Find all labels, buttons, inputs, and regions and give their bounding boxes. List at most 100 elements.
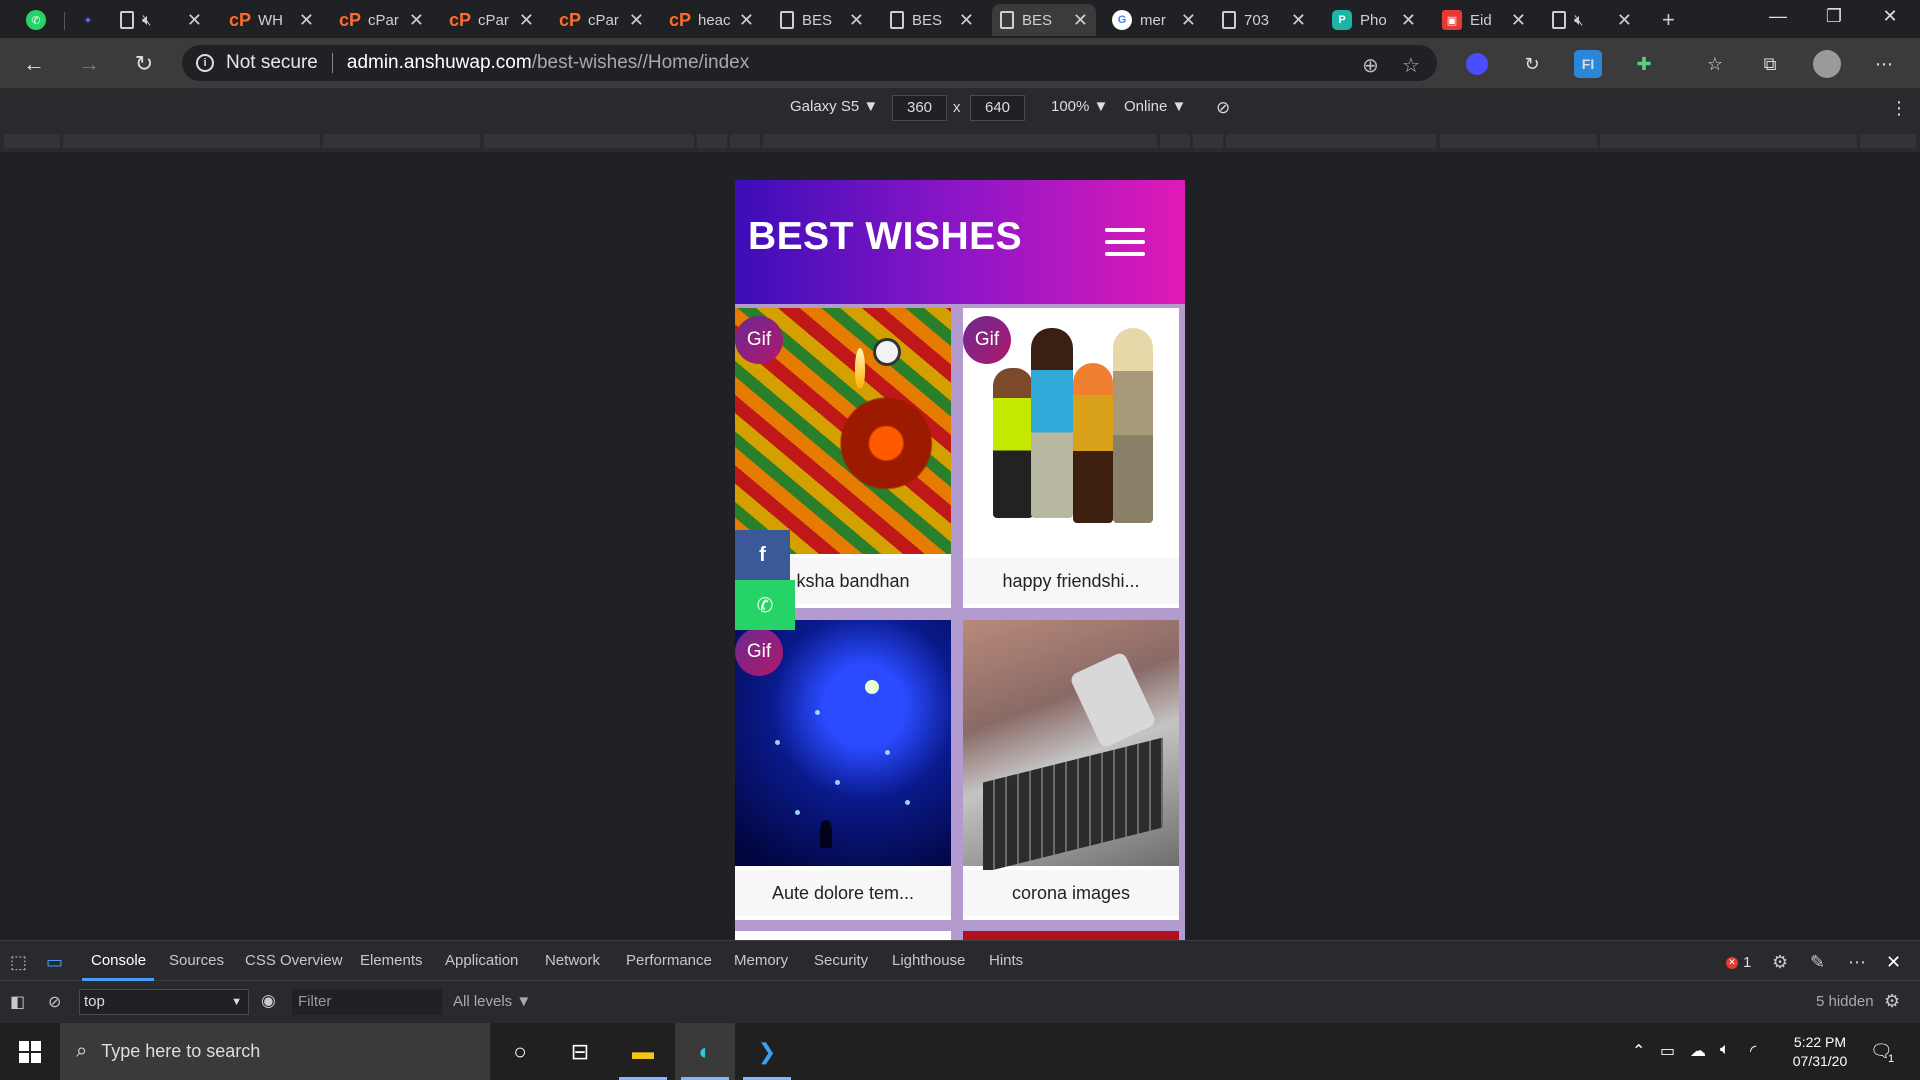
hamburger-menu-icon[interactable] [1105, 228, 1145, 256]
reload-button[interactable]: ↻ [128, 48, 160, 80]
rotate-icon[interactable]: ⊘ [1216, 98, 1230, 118]
tab-cpanel-3[interactable]: cP cPar ✕ [552, 4, 652, 36]
height-input[interactable]: 640 [970, 95, 1025, 121]
ruler-segment[interactable] [1160, 134, 1190, 148]
more-icon[interactable]: ⋯ [1870, 50, 1898, 78]
forward-button[interactable]: → [73, 48, 105, 80]
tab-application[interactable]: Application [445, 952, 518, 969]
speaker-muted-icon[interactable]: 🔇︎ [142, 12, 183, 29]
back-button[interactable]: ← [18, 48, 50, 80]
close-icon[interactable]: ✕ [849, 10, 864, 31]
battery-icon[interactable]: ▭ [1660, 1041, 1675, 1061]
chevron-up-icon[interactable]: ⌃ [1632, 1041, 1645, 1061]
tab-elements[interactable]: Elements [360, 952, 423, 969]
ruler-segment[interactable] [4, 134, 60, 148]
tab-logo[interactable]: ✦ [70, 4, 110, 36]
ruler-segment[interactable] [323, 134, 480, 148]
onedrive-icon[interactable]: ☁ [1690, 1041, 1706, 1061]
wish-card-aute-dolore[interactable]: Gif Aute dolore tem... [735, 620, 951, 920]
tab-performance[interactable]: Performance [626, 952, 712, 969]
tab-bes-1[interactable]: BES ✕ [772, 4, 872, 36]
vpn-extension-icon[interactable]: ✚ [1630, 50, 1658, 78]
tab-bes-2[interactable]: BES ✕ [882, 4, 982, 36]
close-icon[interactable]: ✕ [519, 10, 534, 31]
tab-703[interactable]: 703 ✕ [1214, 4, 1314, 36]
close-icon[interactable]: ✕ [1291, 10, 1306, 31]
ruler-segment[interactable] [1226, 134, 1436, 148]
ruler-segment[interactable] [1860, 134, 1916, 148]
close-devtools-icon[interactable]: ✕ [1886, 952, 1901, 973]
tab-lighthouse[interactable]: Lighthouse [892, 952, 965, 969]
card-image[interactable] [963, 620, 1179, 873]
tab-console[interactable]: Console [91, 952, 146, 969]
wifi-icon[interactable]: ◜ [1750, 1041, 1756, 1061]
vscode-icon[interactable]: ❯ [737, 1023, 797, 1080]
ff-extension-icon[interactable]: FI [1574, 50, 1602, 78]
ruler-segment[interactable] [63, 134, 320, 148]
inspect-icon[interactable]: ⬚ [10, 952, 27, 973]
tab-photo[interactable]: P Pho ✕ [1324, 4, 1424, 36]
edge-browser-icon[interactable]: ◐ [675, 1023, 735, 1080]
task-view-icon[interactable]: ⊟ [550, 1023, 610, 1080]
tab-google[interactable]: G mer ✕ [1104, 4, 1204, 36]
ruler-segment[interactable] [484, 134, 694, 148]
sidebar-toggle-icon[interactable]: ◧ [10, 992, 25, 1012]
close-window-button[interactable]: ✕ [1860, 0, 1920, 32]
close-icon[interactable]: ✕ [409, 10, 424, 31]
close-icon[interactable]: ✕ [629, 10, 644, 31]
tab-wh[interactable]: cP WH ✕ [222, 4, 322, 36]
speaker-muted-icon[interactable]: 🔇︎ [1574, 12, 1613, 29]
security-label[interactable]: Not secure [226, 52, 318, 74]
tab-sources[interactable]: Sources [169, 952, 224, 969]
ruler-segment[interactable] [1440, 134, 1597, 148]
network-select[interactable]: Online ▼ [1124, 98, 1186, 115]
cortana-icon[interactable]: ○ [490, 1023, 550, 1080]
tab-security[interactable]: Security [814, 952, 868, 969]
zoom-select[interactable]: 100% ▼ [1051, 98, 1108, 115]
new-tab-button[interactable]: + [1654, 4, 1694, 36]
tab-head[interactable]: cP heac ✕ [662, 4, 762, 36]
settings-gear-icon[interactable]: ⚙ [1772, 952, 1788, 973]
whatsapp-share-button[interactable]: ✆ [735, 580, 795, 630]
ruler-segment[interactable] [1193, 134, 1223, 148]
ruler-segment[interactable] [763, 134, 1157, 148]
facebook-share-button[interactable]: f [735, 530, 790, 580]
minimize-button[interactable]: — [1748, 0, 1808, 32]
zoom-icon[interactable]: ⊕ [1362, 53, 1379, 78]
clear-console-icon[interactable]: ⊘ [48, 992, 61, 1012]
tab-memory[interactable]: Memory [734, 952, 788, 969]
tab-whatsapp[interactable]: ✆ [18, 4, 68, 36]
wish-card-corona[interactable]: corona images [963, 620, 1179, 920]
device-more-icon[interactable]: ⋮ [1890, 98, 1908, 119]
close-icon[interactable]: ✕ [187, 10, 202, 31]
file-explorer-icon[interactable]: ▬ [613, 1023, 673, 1080]
console-settings-gear-icon[interactable]: ⚙ [1884, 991, 1900, 1012]
card-peek[interactable] [963, 931, 1179, 940]
tab-bes-active[interactable]: BES ✕ [992, 4, 1096, 36]
taskbar-search-box[interactable]: ⌕ Type here to search [60, 1023, 490, 1080]
profile-avatar-icon[interactable] [1813, 50, 1841, 78]
tab-hints[interactable]: Hints [989, 952, 1023, 969]
start-button[interactable] [0, 1023, 60, 1080]
feedback-icon[interactable]: ✎ [1810, 952, 1825, 973]
device-toggle-icon[interactable]: ▭ [46, 952, 63, 973]
console-filter-input[interactable]: Filter [292, 989, 442, 1015]
star-icon[interactable]: ☆ [1402, 53, 1420, 78]
close-icon[interactable]: ✕ [1617, 10, 1632, 31]
card-title[interactable]: corona images [963, 870, 1179, 916]
site-title[interactable]: BEST WISHES [748, 215, 1022, 259]
refresh-extension-icon[interactable]: ↻ [1518, 50, 1546, 78]
close-icon[interactable]: ✕ [959, 10, 974, 31]
restore-button[interactable]: ❐ [1804, 0, 1864, 32]
extension-icon[interactable] [1466, 53, 1488, 75]
card-peek[interactable] [735, 931, 951, 940]
eye-icon[interactable]: ◉ [261, 991, 276, 1011]
context-select[interactable]: top ▼ [79, 989, 249, 1015]
ruler-segment[interactable] [730, 134, 760, 148]
wish-card-friendship[interactable]: Gif happy friendshi... [963, 308, 1179, 608]
close-icon[interactable]: ✕ [1401, 10, 1416, 31]
log-levels-select[interactable]: All levels ▼ [453, 993, 531, 1010]
address-bar[interactable]: i Not secure admin.anshuwap.com/best-wis… [182, 45, 1437, 81]
collections-icon[interactable]: ⧉ [1756, 50, 1784, 78]
tab-cpanel-2[interactable]: cP cPar ✕ [442, 4, 542, 36]
